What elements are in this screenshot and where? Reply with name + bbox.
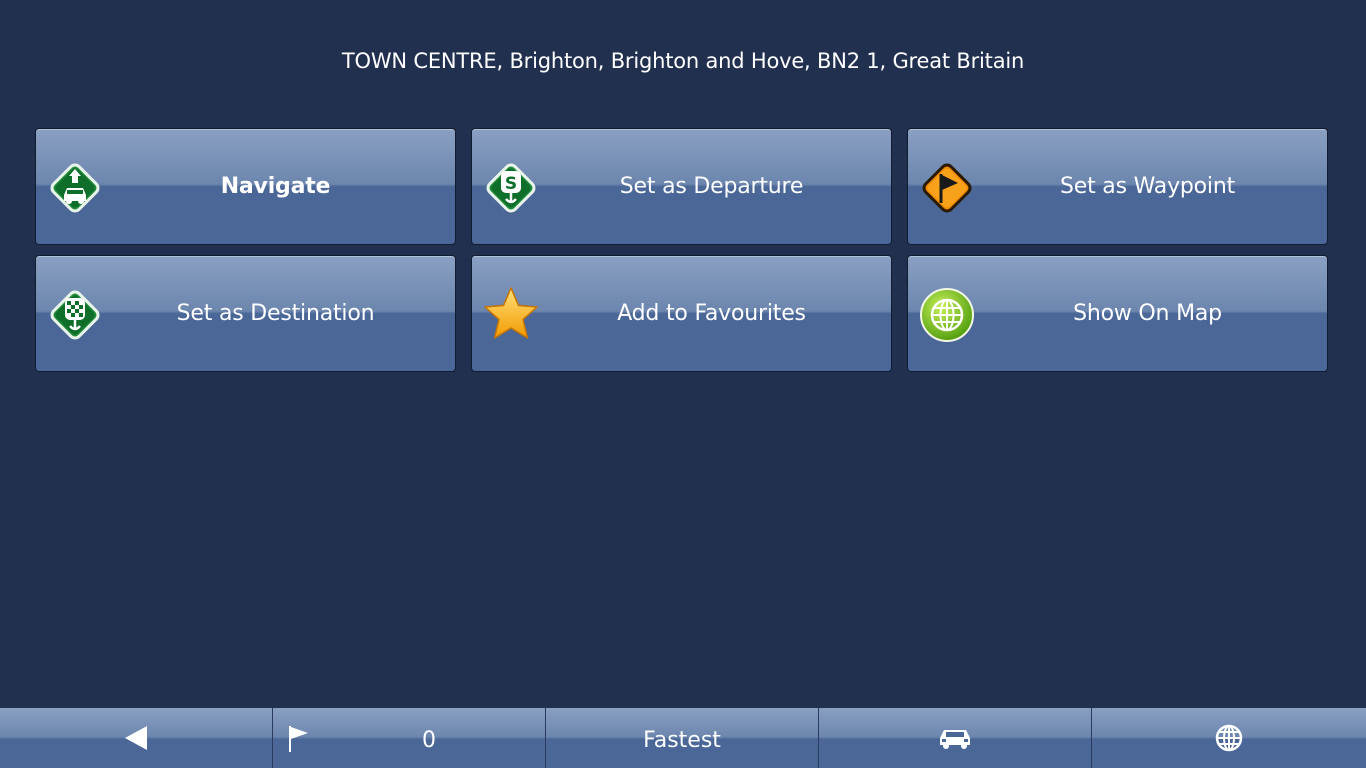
set-departure-label: Set as Departure — [619, 174, 804, 199]
location-menu-screen: TOWN CENTRE, Brighton, Brighton and Hove… — [0, 0, 1366, 768]
set-destination-label: Set as Destination — [176, 301, 375, 326]
add-favourites-button[interactable]: Add to Favourites — [471, 255, 892, 372]
set-departure-button[interactable]: S Set as Departure — [471, 128, 892, 245]
car-icon — [940, 730, 970, 749]
set-destination-button[interactable]: Set as Destination — [35, 255, 456, 372]
show-on-map-button[interactable]: Show On Map — [907, 255, 1328, 372]
add-favourites-label: Add to Favourites — [617, 301, 806, 326]
globe-icon — [1215, 724, 1243, 752]
vehicle-button[interactable] — [819, 708, 1092, 768]
navigate-label: Navigate — [220, 174, 331, 199]
bottom-toolbar: 0 Fastest — [0, 708, 1366, 768]
waypoint-count: 0 — [422, 727, 436, 753]
waypoints-button[interactable]: 0 — [273, 708, 546, 768]
svg-text:S: S — [505, 174, 517, 194]
map-button[interactable] — [1092, 708, 1366, 768]
route-mode-button[interactable]: Fastest — [546, 708, 819, 768]
back-button[interactable] — [0, 708, 273, 768]
action-grid: Navigate S Set as Departure Set as Waypo… — [35, 128, 1328, 372]
show-on-map-label: Show On Map — [1073, 301, 1222, 326]
set-waypoint-button[interactable]: Set as Waypoint — [907, 128, 1328, 245]
back-arrow-icon — [125, 726, 147, 750]
set-waypoint-label: Set as Waypoint — [1059, 174, 1235, 199]
address-title: TOWN CENTRE, Brighton, Brighton and Hove… — [341, 49, 1025, 73]
route-mode-label: Fastest — [643, 727, 721, 753]
navigate-button[interactable]: Navigate — [35, 128, 456, 245]
